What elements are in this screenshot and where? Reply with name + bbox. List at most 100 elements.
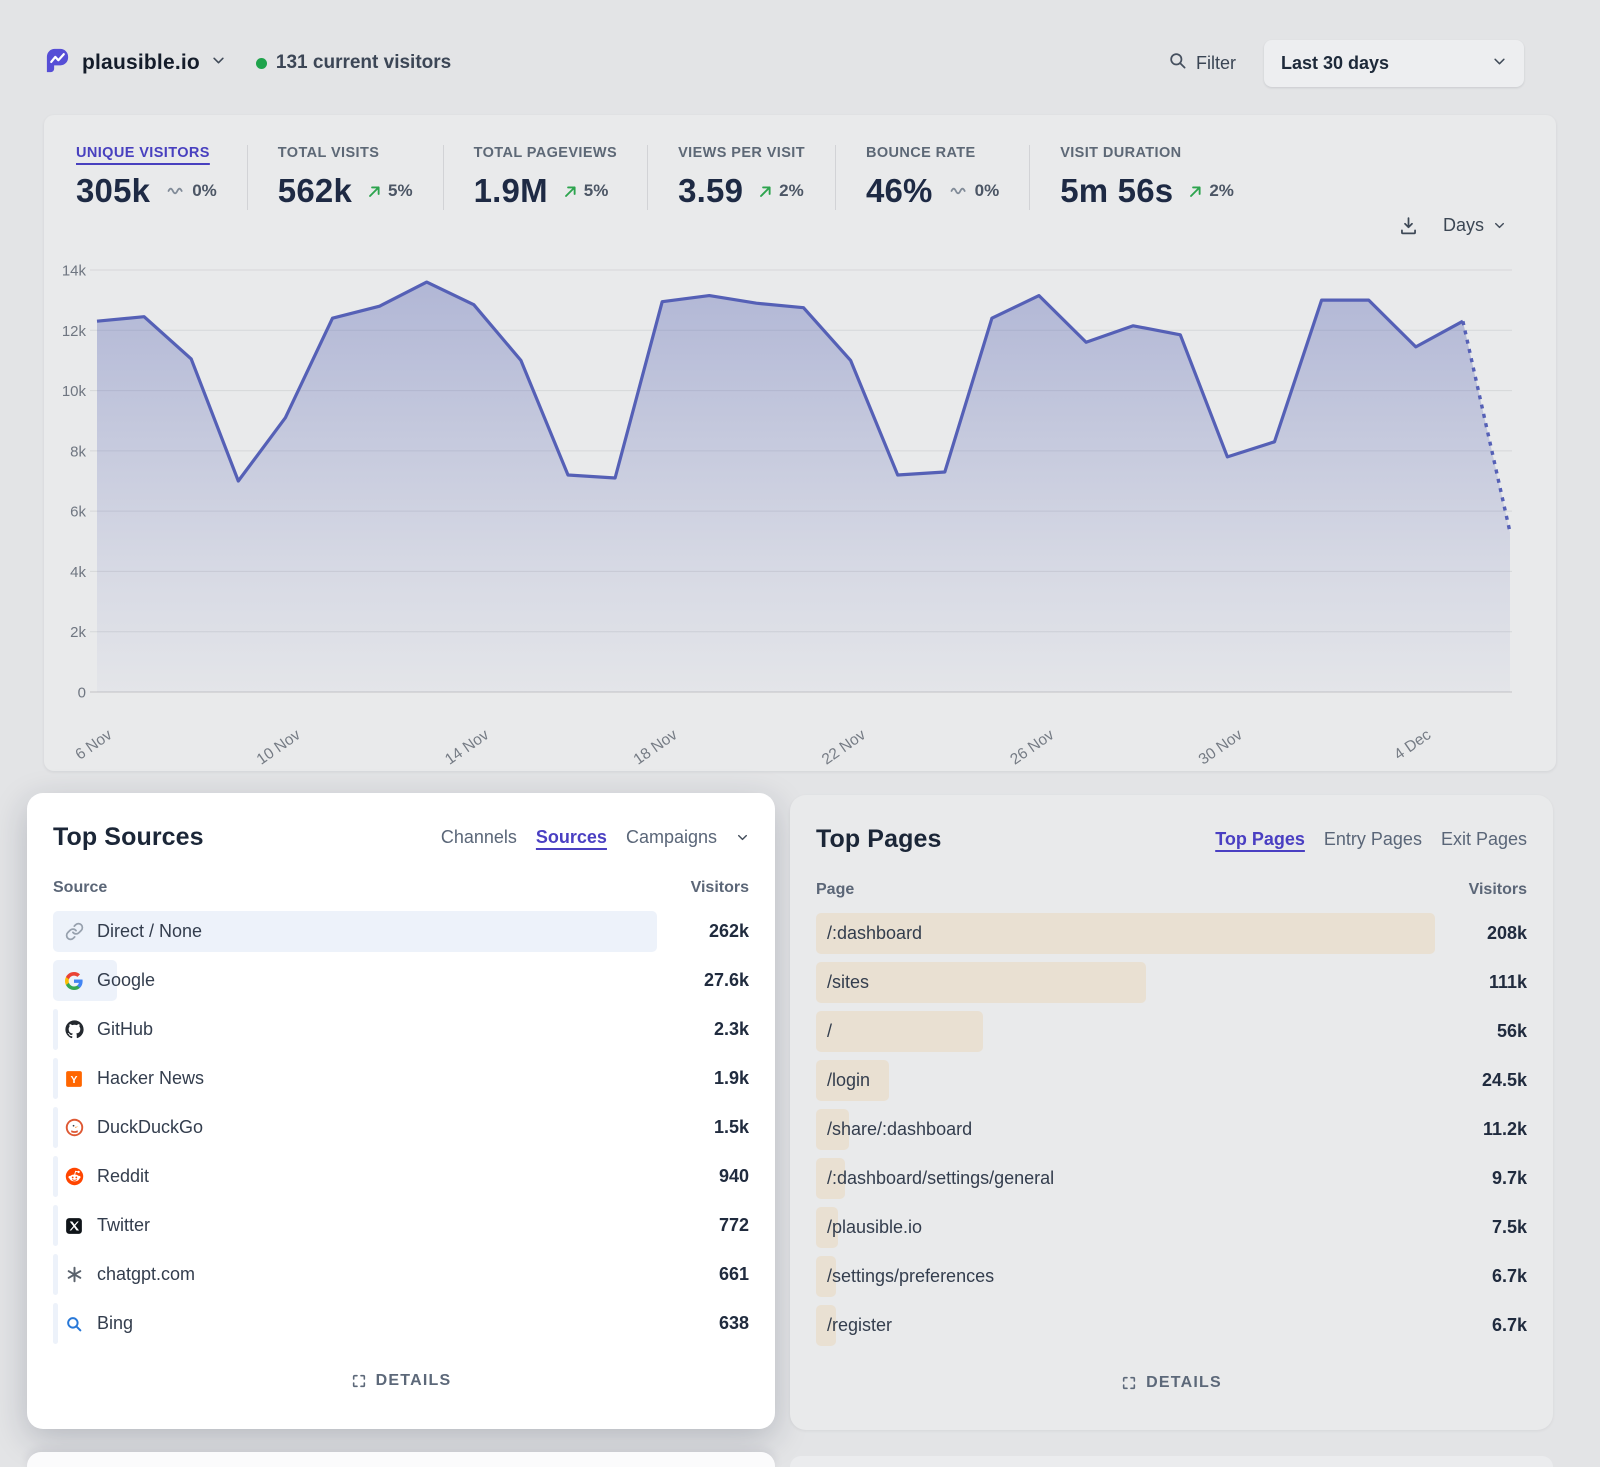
chevron-down-icon	[1492, 53, 1507, 74]
source-label: Bing	[97, 1313, 133, 1334]
source-label: Hacker News	[97, 1068, 204, 1089]
page-row-login[interactable]: /login 24.5k	[816, 1056, 1527, 1105]
expand-icon	[351, 1373, 367, 1389]
stat-value: 562k	[278, 172, 352, 210]
current-visitors[interactable]: 131 current visitors	[256, 52, 451, 74]
source-label: chatgpt.com	[97, 1264, 195, 1285]
source-row-reddit[interactable]: Reddit 940	[53, 1152, 749, 1201]
page-row-settings-preferences[interactable]: /settings/preferences 6.7k	[816, 1252, 1527, 1301]
page-row-dashboard[interactable]: /:dashboard 208k	[816, 909, 1527, 958]
search-icon	[1168, 51, 1187, 75]
github-icon	[65, 1020, 84, 1039]
source-visitors: 1.9k	[657, 1068, 749, 1089]
source-row-hacker-news[interactable]: Y Hacker News 1.9k	[53, 1054, 749, 1103]
page-label: /plausible.io	[827, 1217, 922, 1238]
y-axis-tick: 14k	[62, 263, 87, 280]
tab-campaigns[interactable]: Campaigns	[626, 827, 717, 848]
source-row-chatgpt-com[interactable]: chatgpt.com 661	[53, 1250, 749, 1299]
next-card-left-edge	[27, 1452, 775, 1467]
tab-entry-pages[interactable]: Entry Pages	[1324, 829, 1422, 850]
page-row-share-dashboard[interactable]: /share/:dashboard 11.2k	[816, 1105, 1527, 1154]
stat-value: 305k	[76, 172, 150, 210]
page-visitors: 6.7k	[1435, 1315, 1527, 1336]
source-row-twitter[interactable]: Twitter 772	[53, 1201, 749, 1250]
source-row-duckduckgo[interactable]: DuckDuckGo 1.5k	[53, 1103, 749, 1152]
link-icon	[65, 922, 84, 941]
stat-change: 2%	[758, 181, 804, 201]
source-row-google[interactable]: Google 27.6k	[53, 956, 749, 1005]
tab-exit-pages[interactable]: Exit Pages	[1441, 829, 1527, 850]
top-sources-title: Top Sources	[53, 823, 204, 852]
stat-total-visits[interactable]: TOTAL VISITS 562k 5%	[247, 145, 443, 210]
source-visitors: 638	[657, 1313, 749, 1334]
page-row-sites[interactable]: /sites 111k	[816, 958, 1527, 1007]
source-row-bing[interactable]: Bing 638	[53, 1299, 749, 1348]
source-visitors: 1.5k	[657, 1117, 749, 1138]
hacker-news-icon: Y	[65, 1070, 83, 1088]
stat-change: 5%	[367, 181, 413, 201]
stat-total-pageviews[interactable]: TOTAL PAGEVIEWS 1.9M 5%	[443, 145, 648, 210]
source-row-github[interactable]: GitHub 2.3k	[53, 1005, 749, 1054]
next-card-right-edge	[790, 1456, 1553, 1467]
page-label: /:dashboard	[827, 923, 922, 944]
sources-col-header-visitors: Visitors	[691, 879, 749, 897]
current-visitors-label: 131 current visitors	[276, 52, 451, 74]
page-visitors: 56k	[1435, 1021, 1527, 1042]
top-pages-card: Top Pages Top PagesEntry PagesExit Pages…	[790, 795, 1553, 1430]
y-axis-tick: 4k	[70, 564, 86, 581]
pages-details-label: DETAILS	[1146, 1374, 1222, 1392]
page-row-root[interactable]: / 56k	[816, 1007, 1527, 1056]
y-axis-tick: 0	[78, 685, 86, 702]
pages-details-button[interactable]: DETAILS	[816, 1360, 1527, 1406]
download-button[interactable]	[1398, 215, 1419, 236]
tab-channels[interactable]: Channels	[441, 827, 517, 848]
stat-unique-visitors[interactable]: UNIQUE VISITORS 305k 0%	[76, 145, 247, 210]
page-visitors: 208k	[1435, 923, 1527, 944]
source-visitors: 2.3k	[657, 1019, 749, 1040]
y-axis-tick: 2k	[70, 624, 86, 641]
source-visitors: 661	[657, 1264, 749, 1285]
page-row-dashboard-settings-general[interactable]: /:dashboard/settings/general 9.7k	[816, 1154, 1527, 1203]
interval-select[interactable]: Days	[1443, 215, 1506, 236]
sources-details-button[interactable]: DETAILS	[53, 1358, 749, 1404]
source-row-direct-none[interactable]: Direct / None 262k	[53, 907, 749, 956]
date-range-select[interactable]: Last 30 days	[1264, 40, 1524, 87]
x-axis-tick: 10 Nov	[254, 726, 304, 765]
page-share-bar	[816, 1011, 983, 1052]
stat-value: 5m 56s	[1060, 172, 1173, 210]
page-label: /settings/preferences	[827, 1266, 994, 1287]
site-switcher[interactable]: plausible.io	[44, 47, 226, 79]
analytics-card: UNIQUE VISITORS 305k 0% TOTAL VISITS 562…	[44, 115, 1556, 771]
stat-change: 0%	[165, 181, 217, 201]
tab-top-pages[interactable]: Top Pages	[1215, 829, 1305, 850]
x-axis-tick: 26 Nov	[1007, 726, 1057, 765]
stat-bounce-rate[interactable]: BOUNCE RATE 46% 0%	[835, 145, 1029, 210]
chevron-down-icon	[736, 831, 749, 844]
interval-value: Days	[1443, 215, 1484, 236]
sources-col-header-source: Source	[53, 879, 107, 897]
page-visitors: 6.7k	[1435, 1266, 1527, 1287]
live-dot-icon	[256, 58, 267, 69]
stat-visit-duration[interactable]: VISIT DURATION 5m 56s 2%	[1029, 145, 1264, 210]
expand-icon	[1121, 1375, 1137, 1391]
page-visitors: 111k	[1435, 972, 1527, 993]
page-row-plausible-io[interactable]: /plausible.io 7.5k	[816, 1203, 1527, 1252]
pages-col-header-page: Page	[816, 881, 854, 899]
stat-change: 5%	[563, 181, 609, 201]
source-visitors: 772	[657, 1215, 749, 1236]
source-visitors: 27.6k	[657, 970, 749, 991]
page-label: /sites	[827, 972, 869, 993]
filter-label: Filter	[1196, 53, 1236, 74]
pages-col-header-visitors: Visitors	[1469, 881, 1527, 899]
trend-up-icon	[1188, 184, 1203, 199]
y-axis-tick: 10k	[62, 383, 87, 400]
stat-change: 2%	[1188, 181, 1234, 201]
page-row-register[interactable]: /register 6.7k	[816, 1301, 1527, 1350]
x-axis-tick: 30 Nov	[1196, 726, 1246, 765]
page-label: /share/:dashboard	[827, 1119, 972, 1140]
y-axis-tick: 12k	[62, 323, 87, 340]
tab-sources[interactable]: Sources	[536, 827, 607, 848]
filter-button[interactable]: Filter	[1168, 51, 1236, 75]
stat-views-per-visit[interactable]: VIEWS PER VISIT 3.59 2%	[647, 145, 835, 210]
x-axis-tick: 6 Nov	[72, 726, 115, 763]
